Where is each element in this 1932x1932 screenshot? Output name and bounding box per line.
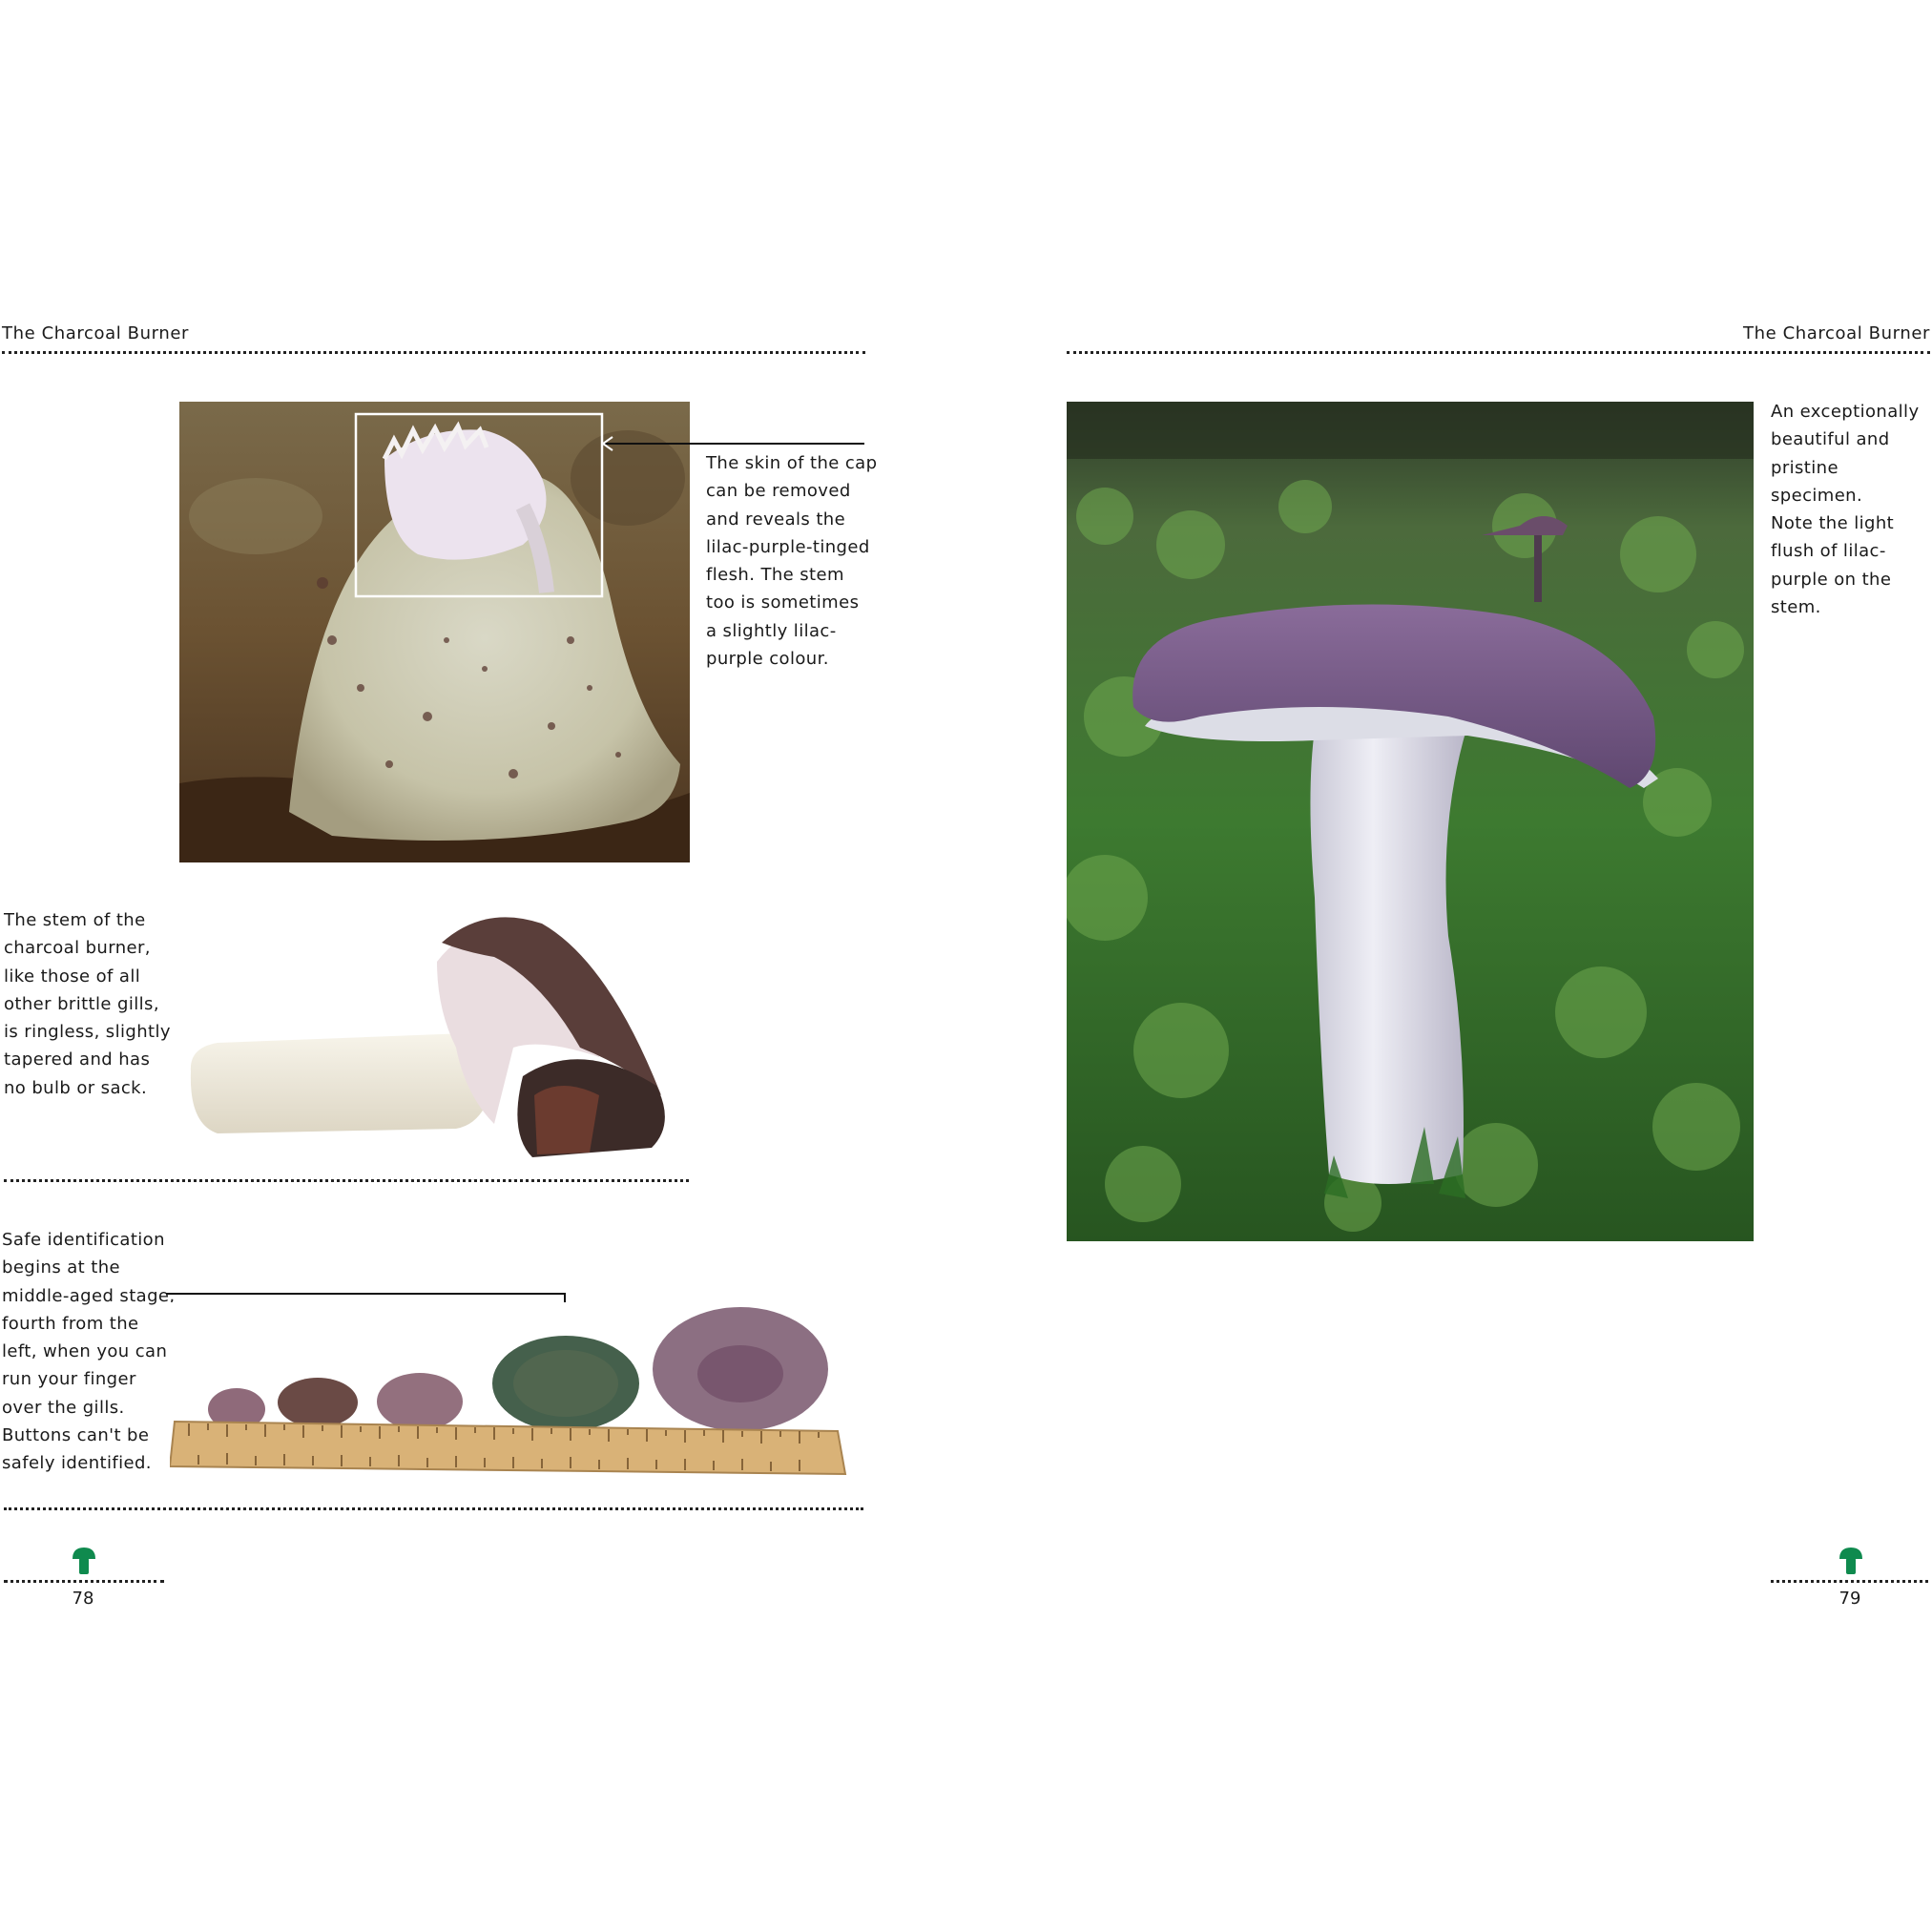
photo-pristine-specimen [1067, 402, 1754, 1241]
header-rule-right [1067, 351, 1930, 354]
mushroom-icon [1839, 1548, 1862, 1574]
footer-rule-left [4, 1580, 164, 1583]
photo-cap-skin-removed [179, 402, 690, 862]
caption-pristine-specimen: An exceptionally beautiful and pristine … [1771, 402, 1920, 618]
caption-stem: The stem of the charcoal burner, like th… [4, 910, 171, 1098]
header-rule-left [2, 351, 865, 354]
page-number-right: 79 [1839, 1589, 1861, 1609]
section-rule-2 [4, 1507, 863, 1510]
photo-growth-stages [170, 1302, 849, 1484]
caption-cap-skin: The skin of the cap can be removed and r… [706, 453, 878, 670]
photo-stem-cutaway [179, 904, 690, 1176]
page-number-left: 78 [72, 1589, 94, 1609]
section-rule-1 [4, 1179, 689, 1182]
running-header-left: The Charcoal Burner [2, 323, 189, 343]
footer-rule-right [1771, 1580, 1928, 1583]
running-header-right: The Charcoal Burner [1743, 323, 1930, 343]
mushroom-icon [73, 1548, 95, 1574]
caption-identification: Safe identification begins at the middle… [2, 1230, 176, 1474]
